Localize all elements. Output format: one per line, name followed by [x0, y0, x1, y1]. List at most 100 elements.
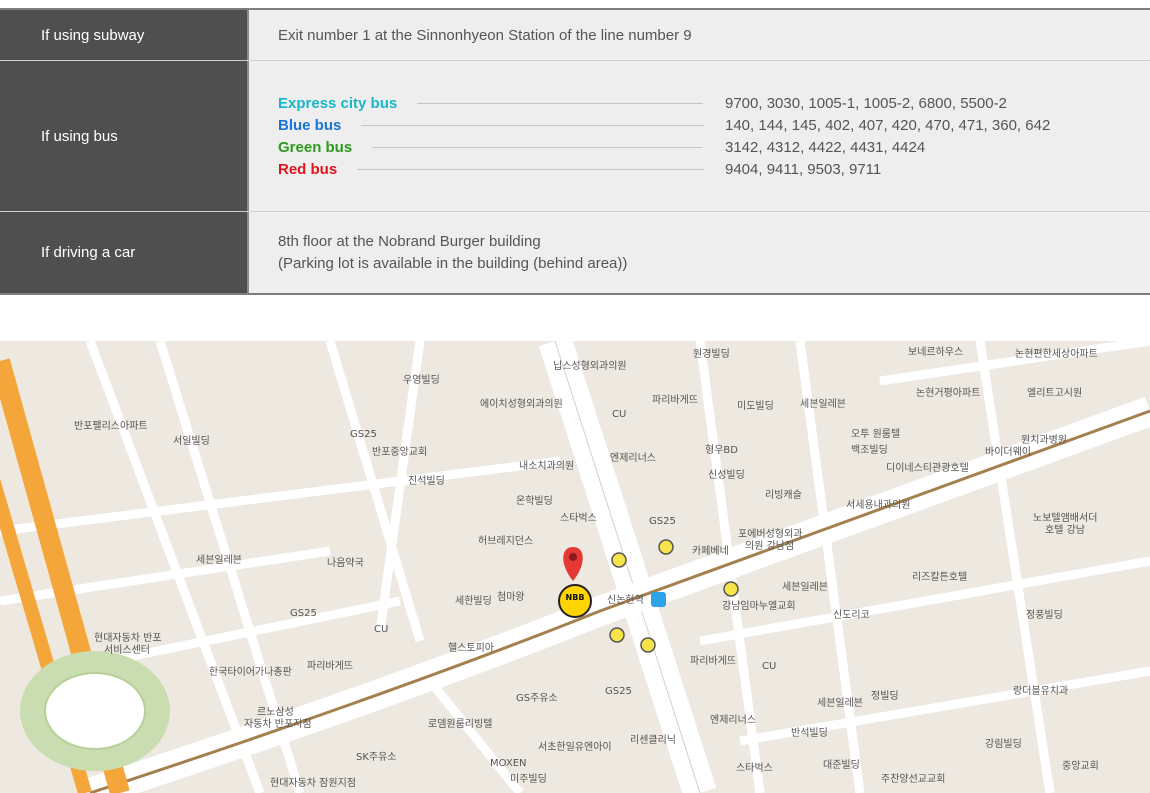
- bus-numbers-green: 3142, 4312, 4422, 4431, 4424: [725, 138, 926, 156]
- svg-text:강림빌딩: 강림빌딩: [985, 738, 1022, 750]
- svg-text:파리바게뜨: 파리바게뜨: [690, 655, 736, 667]
- svg-text:우영빌딩: 우영빌딩: [403, 374, 440, 386]
- bus-divider: [372, 146, 703, 148]
- svg-text:로뎀원룸리빙텔: 로뎀원룸리빙텔: [428, 718, 492, 730]
- svg-text:신성빌딩: 신성빌딩: [708, 469, 745, 481]
- svg-text:포에버성형외과: 포에버성형외과: [738, 528, 802, 540]
- svg-text:CU: CU: [762, 661, 776, 672]
- location-map[interactable]: 반포팰리스아파트 서일빌딩 GS25 반포중앙교회 우영빌딩 진석빌딩 에이치성…: [0, 341, 1150, 793]
- nbb-marker-label[interactable]: NBB: [562, 593, 588, 602]
- svg-text:스타벅스: 스타벅스: [736, 762, 773, 774]
- bus-name-red: Red bus: [278, 160, 338, 178]
- svg-text:MOXEN: MOXEN: [490, 758, 527, 769]
- bus-line-green: Green bus 3142, 4312, 4422, 4431, 4424: [278, 136, 1150, 158]
- subway-label: If using subway: [0, 10, 249, 60]
- bus-numbers-blue: 140, 144, 145, 402, 407, 420, 470, 471, …: [725, 116, 1051, 134]
- bus-line-red: Red bus 9404, 9411, 9503, 9711: [278, 158, 1150, 180]
- subway-row: If using subway Exit number 1 at the Sin…: [0, 10, 1150, 60]
- svg-text:첨마왕: 첨마왕: [497, 591, 525, 603]
- svg-text:보네르하우스: 보네르하우스: [908, 345, 963, 358]
- svg-text:서세용내과의원: 서세용내과의원: [846, 499, 910, 511]
- svg-text:엔제리너스: 엔제리너스: [610, 452, 656, 464]
- svg-text:리즈칼튼호텔: 리즈칼튼호텔: [912, 570, 967, 583]
- svg-text:정풍빌딩: 정풍빌딩: [1026, 609, 1063, 621]
- svg-text:정빌딩: 정빌딩: [871, 690, 899, 702]
- svg-text:반포중앙교회: 반포중앙교회: [372, 446, 427, 458]
- svg-text:논현편한세상아파트: 논현편한세상아파트: [1015, 348, 1098, 360]
- svg-text:르노삼성: 르노삼성: [257, 706, 294, 718]
- car-address: 8th floor at the Nobrand Burger building: [278, 232, 541, 250]
- svg-text:자동차 반포지점: 자동차 반포지점: [244, 718, 312, 730]
- bus-name-blue: Blue bus: [278, 116, 342, 134]
- svg-text:에이치성형외과의원: 에이치성형외과의원: [480, 398, 563, 410]
- svg-text:미주빌딩: 미주빌딩: [510, 773, 547, 785]
- bus-line-express: Express city bus 9700, 3030, 1005-1, 100…: [278, 92, 1150, 114]
- svg-text:강남임마누엘교회: 강남임마누엘교회: [722, 599, 796, 612]
- subway-text: Exit number 1 at the Sinnonhyeon Station…: [278, 26, 692, 44]
- svg-text:호텔 강남: 호텔 강남: [1045, 524, 1085, 536]
- bus-name-express: Express city bus: [278, 94, 398, 112]
- svg-text:원치과병원: 원치과병원: [1021, 434, 1067, 446]
- svg-text:세븐일레븐: 세븐일레븐: [782, 581, 828, 593]
- svg-text:스타벅스: 스타벅스: [560, 512, 597, 524]
- car-row: If driving a car 8th floor at the Nobran…: [0, 211, 1150, 293]
- bus-divider: [357, 168, 705, 170]
- car-label: If driving a car: [0, 212, 249, 293]
- svg-text:내소치과의원: 내소치과의원: [519, 460, 574, 472]
- svg-text:논현거평아파트: 논현거평아파트: [916, 387, 980, 399]
- svg-text:파리바게뜨: 파리바게뜨: [652, 394, 698, 406]
- svg-text:진석빌딩: 진석빌딩: [408, 475, 445, 487]
- subway-info: Exit number 1 at the Sinnonhyeon Station…: [249, 10, 1150, 60]
- svg-text:신도리코: 신도리코: [833, 609, 870, 621]
- svg-text:반석빌딩: 반석빌딩: [791, 727, 828, 739]
- bus-info: Express city bus 9700, 3030, 1005-1, 100…: [249, 61, 1150, 211]
- svg-text:CU: CU: [374, 624, 388, 635]
- svg-text:세한빌딩: 세한빌딩: [455, 595, 492, 607]
- svg-text:CU: CU: [612, 409, 626, 420]
- svg-text:GS25: GS25: [350, 429, 377, 440]
- svg-text:엘리트고시원: 엘리트고시원: [1027, 386, 1082, 399]
- svg-text:리센클리닉: 리센클리닉: [630, 734, 676, 746]
- svg-text:닙스성형외과의원: 닙스성형외과의원: [553, 360, 627, 372]
- bus-line-blue: Blue bus 140, 144, 145, 402, 407, 420, 4…: [278, 114, 1150, 136]
- svg-text:한국타이어가나총판: 한국타이어가나총판: [209, 666, 292, 678]
- car-parking-note: (Parking lot is available in the buildin…: [278, 254, 628, 272]
- svg-text:나음약국: 나음약국: [327, 557, 364, 569]
- svg-text:오투 원룸텔: 오투 원룸텔: [851, 428, 900, 440]
- svg-text:주찬양선교교회: 주찬양선교교회: [881, 773, 945, 785]
- directions-table: If using subway Exit number 1 at the Sin…: [0, 8, 1150, 295]
- svg-text:SK주유소: SK주유소: [356, 751, 397, 763]
- svg-text:형우BD: 형우BD: [705, 444, 738, 456]
- bus-row: If using bus Express city bus 9700, 3030…: [0, 60, 1150, 211]
- svg-text:의원 강남점: 의원 강남점: [745, 540, 794, 552]
- svg-text:GS25: GS25: [290, 608, 317, 619]
- bus-divider: [417, 102, 704, 104]
- svg-text:서비스센터: 서비스센터: [104, 644, 150, 656]
- bus-label: If using bus: [0, 61, 249, 211]
- bus-name-green: Green bus: [278, 138, 353, 156]
- svg-text:대준빌딩: 대준빌딩: [823, 759, 860, 771]
- svg-text:현대자동차 잠원지점: 현대자동차 잠원지점: [270, 777, 356, 789]
- svg-text:리빙캐슬: 리빙캐슬: [765, 489, 802, 501]
- svg-text:노보텔앰배서더: 노보텔앰배서더: [1033, 512, 1097, 524]
- svg-text:GS25: GS25: [649, 516, 676, 527]
- svg-text:카페베네: 카페베네: [692, 545, 729, 557]
- bus-numbers-red: 9404, 9411, 9503, 9711: [725, 160, 882, 178]
- svg-text:바이더웨이: 바이더웨이: [985, 446, 1031, 458]
- svg-text:세븐일레븐: 세븐일레븐: [817, 697, 863, 709]
- svg-text:허브레지던스: 허브레지던스: [478, 535, 533, 547]
- svg-text:온학빌딩: 온학빌딩: [516, 495, 553, 507]
- svg-text:디이네스티관광호텔: 디이네스티관광호텔: [886, 462, 969, 474]
- svg-text:세븐일레븐: 세븐일레븐: [800, 398, 846, 410]
- svg-text:백조빌딩: 백조빌딩: [851, 444, 888, 456]
- svg-text:랑더블유치과: 랑더블유치과: [1013, 685, 1068, 697]
- svg-text:세븐일레븐: 세븐일레븐: [196, 554, 242, 566]
- svg-text:헬스토피아: 헬스토피아: [448, 642, 494, 654]
- svg-text:GS25: GS25: [605, 686, 632, 697]
- bus-numbers-express: 9700, 3030, 1005-1, 1005-2, 6800, 5500-2: [725, 94, 1007, 112]
- bus-divider: [361, 124, 705, 126]
- svg-text:현대자동차 반포: 현대자동차 반포: [94, 632, 162, 644]
- svg-text:미도빌딩: 미도빌딩: [737, 400, 774, 412]
- svg-text:서초한일유엔아이: 서초한일유엔아이: [538, 741, 612, 753]
- car-info: 8th floor at the Nobrand Burger building…: [249, 212, 1150, 293]
